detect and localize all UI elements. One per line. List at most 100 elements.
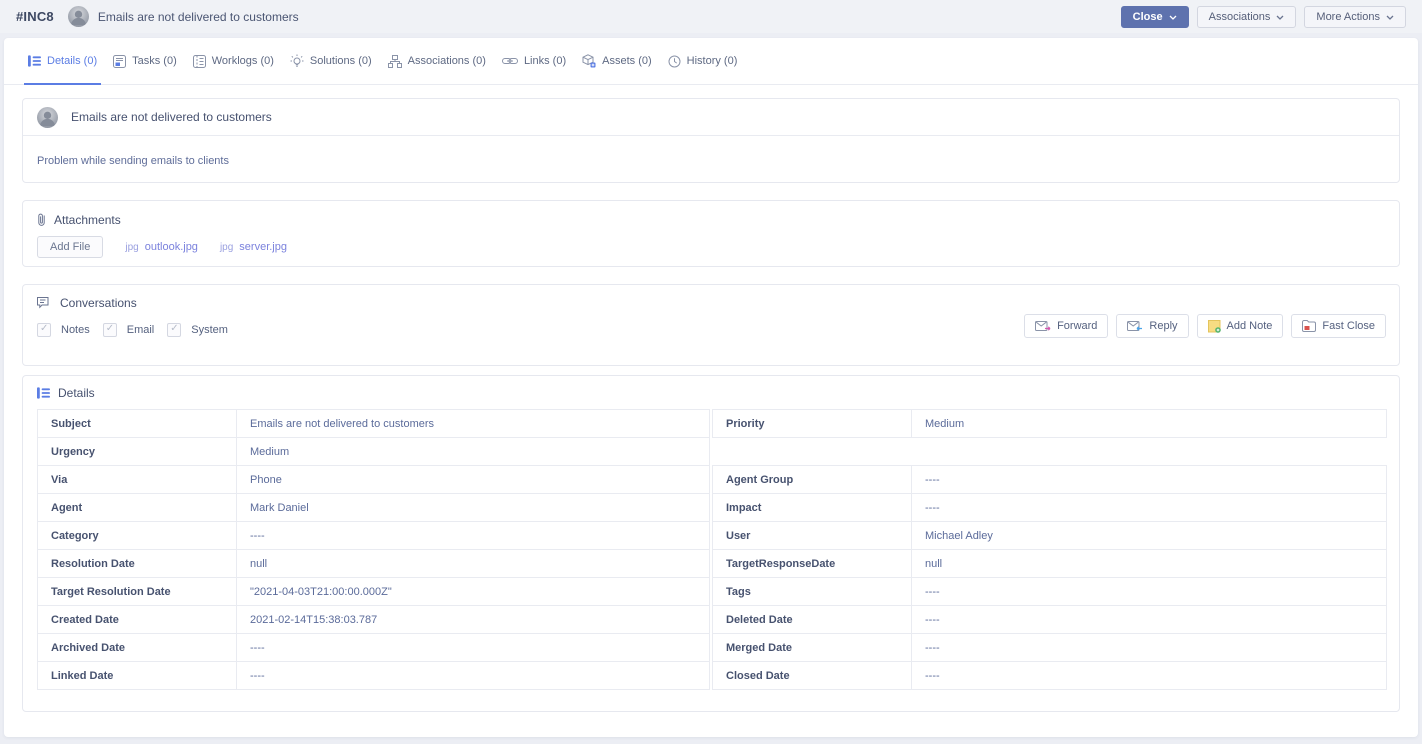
table-row: Tags ---- <box>712 577 1387 606</box>
table-row: Impact ---- <box>712 493 1387 522</box>
field-value: ---- <box>237 522 709 549</box>
tab-worklogs[interactable]: Worklogs (0) <box>191 38 276 84</box>
link-icon <box>502 56 518 66</box>
field-label: Archived Date <box>38 634 237 661</box>
field-label: Tags <box>713 578 912 605</box>
forward-mail-icon <box>1035 321 1051 332</box>
details-card: Details Subject Emails are not delivered… <box>22 375 1400 712</box>
field-label: Agent Group <box>713 466 912 493</box>
table-row: Archived Date ---- <box>37 633 710 662</box>
checkbox-checked-icon[interactable] <box>103 323 117 337</box>
summary-description: Problem while sending emails to clients <box>23 136 1399 186</box>
summary-title: Emails are not delivered to customers <box>71 110 272 124</box>
filter-email[interactable]: Email <box>103 323 155 337</box>
reply-button[interactable]: Reply <box>1116 314 1188 338</box>
details-table-left: Subject Emails are not delivered to cust… <box>37 409 710 690</box>
file-ext-badge: jpg <box>220 242 233 253</box>
requester-avatar <box>37 107 58 128</box>
fast-close-button[interactable]: Fast Close <box>1291 314 1386 338</box>
tab-associations[interactable]: Associations (0) <box>386 38 488 84</box>
field-label: User <box>713 522 912 549</box>
add-file-button[interactable]: Add File <box>37 236 103 258</box>
conversations-title: Conversations <box>60 296 137 310</box>
history-clock-icon <box>668 55 681 68</box>
field-label: Category <box>38 522 237 549</box>
details-header: Details <box>37 386 1387 400</box>
tab-history[interactable]: History (0) <box>666 38 740 84</box>
attachments-card: Attachments Add File jpg outlook.jpg jpg… <box>22 200 1400 267</box>
paperclip-icon <box>37 212 46 227</box>
field-value: ---- <box>237 634 709 661</box>
table-row: Linked Date ---- <box>37 661 710 690</box>
field-label: TargetResponseDate <box>713 550 912 577</box>
checkbox-checked-icon[interactable] <box>167 323 181 337</box>
requester-avatar <box>68 6 89 27</box>
table-row: Category ---- <box>37 521 710 550</box>
attachment-link[interactable]: jpg outlook.jpg <box>125 241 198 253</box>
attachments-title: Attachments <box>54 213 121 227</box>
field-value: ---- <box>912 466 1386 493</box>
summary-card-header: Emails are not delivered to customers <box>23 99 1399 136</box>
field-value: null <box>912 550 1386 577</box>
ticket-title: Emails are not delivered to customers <box>98 10 299 24</box>
table-row: Via Phone <box>37 465 710 494</box>
person-icon <box>68 6 89 27</box>
forward-button[interactable]: Forward <box>1024 314 1108 338</box>
person-icon <box>37 107 58 128</box>
field-label: Via <box>38 466 237 493</box>
conversations-card: Conversations Notes Email System <box>22 284 1400 366</box>
fast-close-folder-icon <box>1302 320 1316 332</box>
add-note-button[interactable]: Add Note <box>1197 314 1284 338</box>
details-table-right: Priority Medium Agent Group ---- Impact … <box>712 409 1387 690</box>
field-value: 2021-02-14T15:38:03.787 <box>237 606 709 633</box>
attachment-link[interactable]: jpg server.jpg <box>220 241 287 253</box>
details-title: Details <box>58 386 95 400</box>
filter-notes[interactable]: Notes <box>37 323 90 337</box>
conversation-actions: Forward Reply Add Note <box>1024 314 1386 338</box>
worklogs-icon <box>193 55 206 68</box>
field-value: Michael Adley <box>912 522 1386 549</box>
field-value: "2021-04-03T21:00:00.000Z" <box>237 578 709 605</box>
details-list-icon <box>28 55 41 67</box>
field-value: Medium <box>237 438 709 465</box>
file-name: outlook.jpg <box>145 241 198 253</box>
table-row: User Michael Adley <box>712 521 1387 550</box>
reply-mail-icon <box>1127 321 1143 332</box>
lightbulb-icon <box>290 54 304 68</box>
header-actions: Close Associations More Actions <box>1121 6 1406 28</box>
conversations-header: Conversations <box>37 296 1386 310</box>
table-row: Target Resolution Date "2021-04-03T21:00… <box>37 577 710 606</box>
asset-box-icon <box>582 54 596 68</box>
field-value: Mark Daniel <box>237 494 709 521</box>
table-row: Merged Date ---- <box>712 633 1387 662</box>
field-label: Resolution Date <box>38 550 237 577</box>
associations-button[interactable]: Associations <box>1197 6 1297 28</box>
ticket-id: #INC8 <box>16 9 54 24</box>
more-actions-button[interactable]: More Actions <box>1304 6 1406 28</box>
table-row: Created Date 2021-02-14T15:38:03.787 <box>37 605 710 634</box>
table-row: Deleted Date ---- <box>712 605 1387 634</box>
field-value: ---- <box>912 578 1386 605</box>
attachments-row: Add File jpg outlook.jpg jpg server.jpg <box>37 236 1385 258</box>
tab-assets[interactable]: Assets (0) <box>580 38 654 84</box>
field-label: Deleted Date <box>713 606 912 633</box>
field-label: Agent <box>38 494 237 521</box>
tab-solutions[interactable]: Solutions (0) <box>288 38 374 84</box>
close-button[interactable]: Close <box>1121 6 1189 28</box>
chat-bubble-icon <box>37 297 52 310</box>
field-label: Target Resolution Date <box>38 578 237 605</box>
table-row: Agent Group ---- <box>712 465 1387 494</box>
tab-links[interactable]: Links (0) <box>500 38 568 84</box>
checkbox-checked-icon[interactable] <box>37 323 51 337</box>
field-label: Priority <box>713 410 912 437</box>
chevron-down-icon <box>1386 11 1394 23</box>
details-tables: Subject Emails are not delivered to cust… <box>37 409 1387 690</box>
filter-system[interactable]: System <box>167 323 228 337</box>
tab-tasks[interactable]: Tasks (0) <box>111 38 179 84</box>
field-value: ---- <box>237 662 709 689</box>
field-label: Urgency <box>38 438 237 465</box>
chevron-down-icon <box>1169 11 1177 23</box>
tab-details[interactable]: Details (0) <box>26 38 99 84</box>
field-label: Impact <box>713 494 912 521</box>
sitemap-icon <box>388 55 402 68</box>
